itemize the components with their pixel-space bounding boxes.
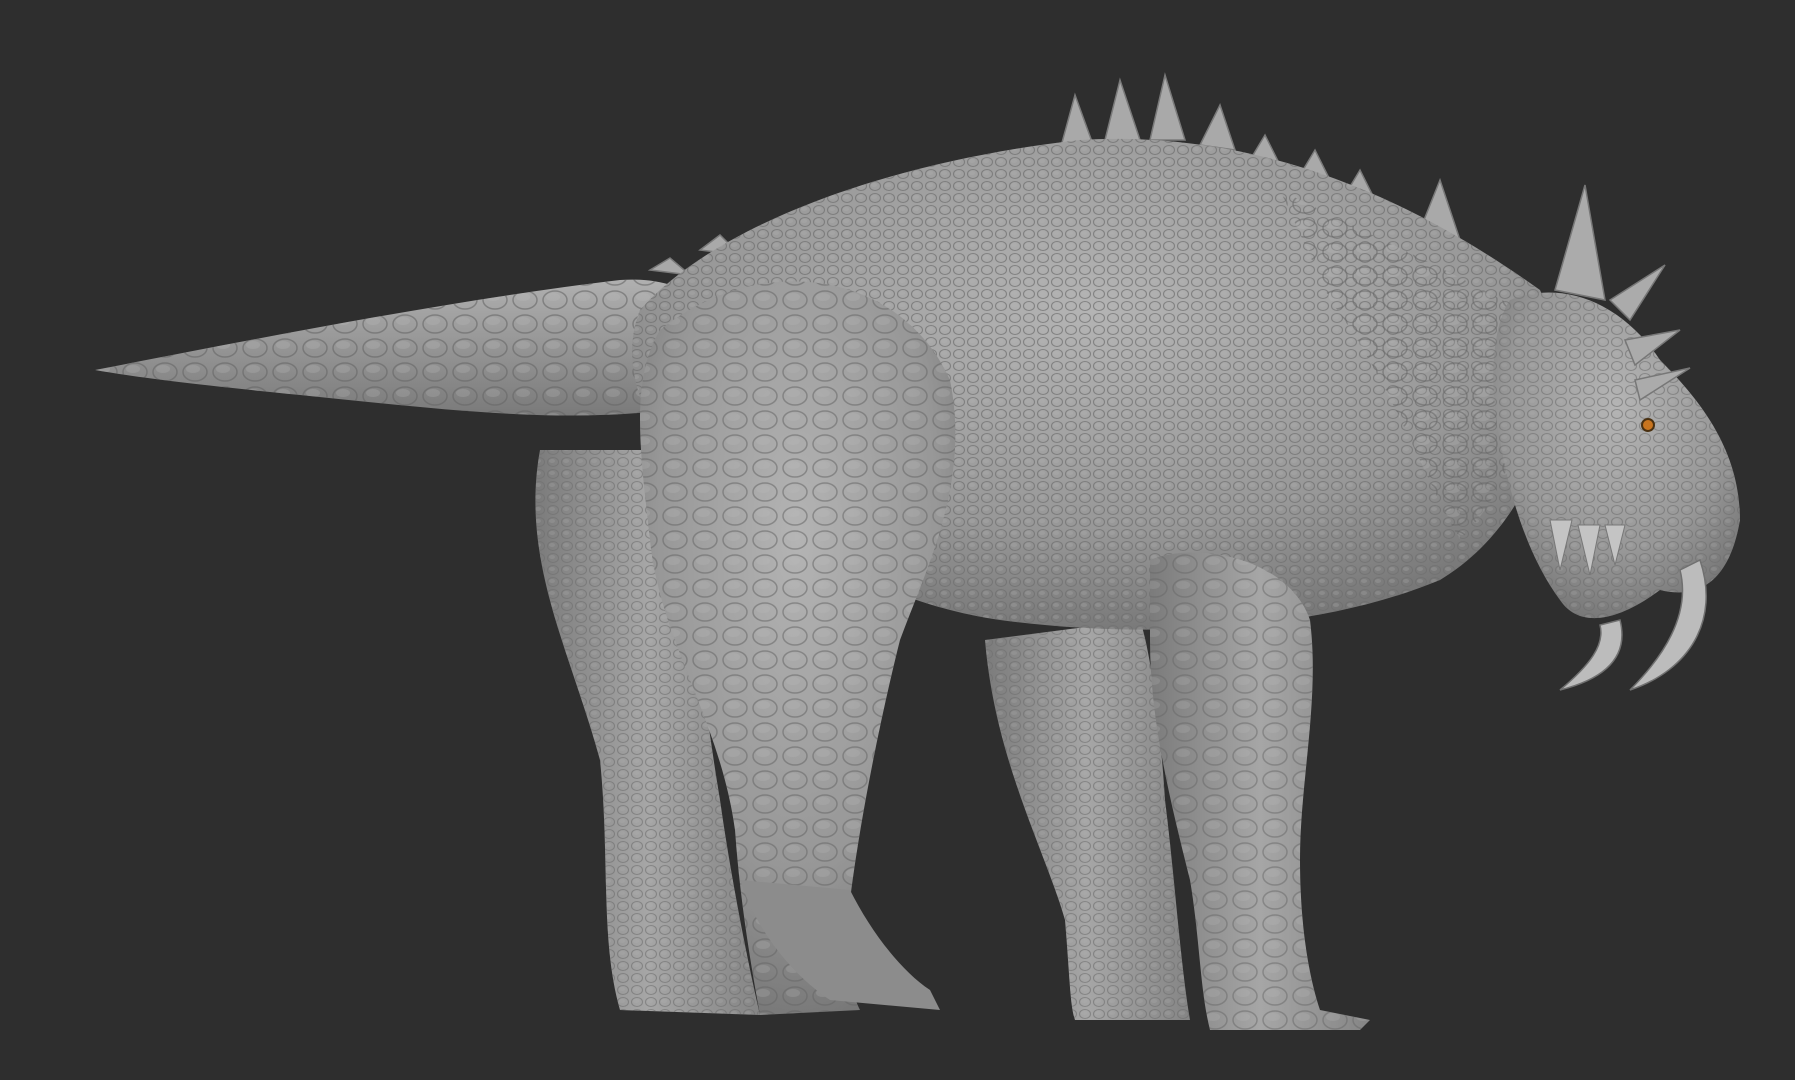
tail [95,279,726,416]
head [1493,184,1740,691]
eye [1641,418,1655,432]
near-front-leg [1150,552,1370,1030]
viewport-canvas[interactable] [0,0,1795,1080]
creature-sculpt[interactable] [0,0,1795,1080]
